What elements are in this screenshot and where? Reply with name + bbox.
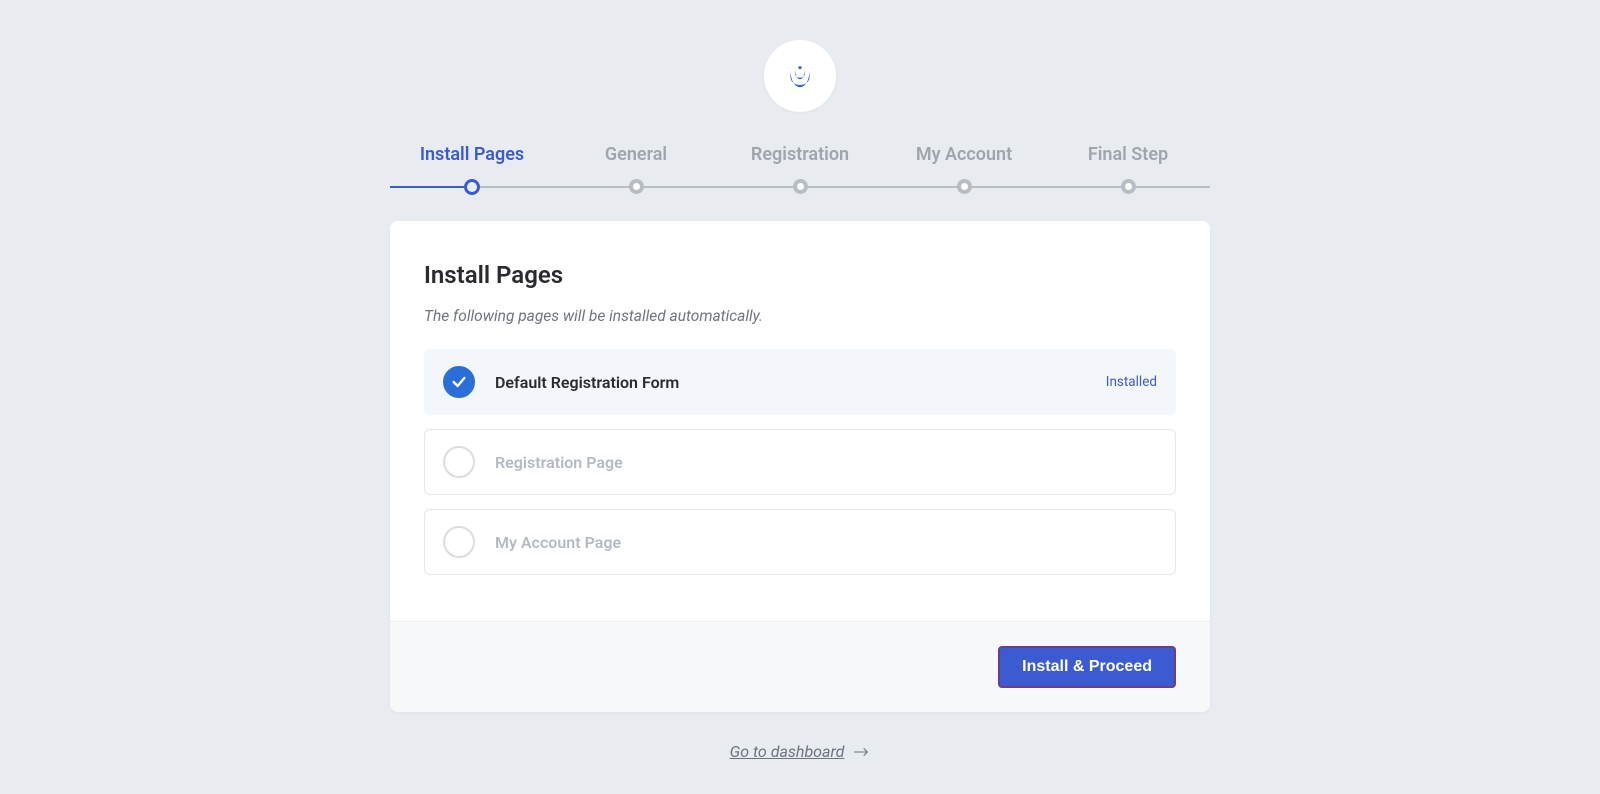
check-icon [443,446,475,478]
page-item-label: Default Registration Form [495,373,1106,392]
step-dot-icon [629,179,644,194]
wizard-stepper: Install Pages General Registration My Ac… [390,144,1210,195]
page-item-my-account-page[interactable]: My Account Page [424,509,1176,575]
check-icon [443,526,475,558]
arrow-right-icon [854,747,870,757]
step-label: Final Step [1046,144,1210,165]
step-dot-icon [957,179,972,194]
brand-logo [764,40,836,112]
page-item-status: Installed [1106,374,1157,390]
step-dot-icon [793,179,808,194]
install-proceed-button[interactable]: Install & Proceed [998,646,1176,688]
step-label: Registration [718,144,882,165]
card-title: Install Pages [424,261,1176,289]
page-item-label: Registration Page [495,453,1157,472]
step-dot-icon [1121,179,1136,194]
step-label: My Account [882,144,1046,165]
install-card: Install Pages The following pages will b… [390,221,1210,712]
page-item-default-registration-form[interactable]: Default Registration Form Installed [424,349,1176,415]
page-item-registration-page[interactable]: Registration Page [424,429,1176,495]
go-to-dashboard-link[interactable]: Go to dashboard [390,742,1210,761]
step-dot-icon [464,179,480,195]
check-icon [443,366,475,398]
step-general[interactable]: General [554,144,718,195]
step-my-account[interactable]: My Account [882,144,1046,195]
step-label: General [554,144,718,165]
step-registration[interactable]: Registration [718,144,882,195]
card-subtitle: The following pages will be installed au… [424,307,1176,325]
pages-list: Default Registration Form Installed Regi… [424,349,1176,575]
step-label: Install Pages [390,144,554,165]
brand-logo-icon [784,60,816,92]
page-item-label: My Account Page [495,533,1157,552]
card-footer: Install & Proceed [390,621,1210,712]
dashboard-link-label: Go to dashboard [730,742,845,761]
logo-wrap [390,40,1210,112]
step-install-pages[interactable]: Install Pages [390,144,554,195]
step-final[interactable]: Final Step [1046,144,1210,195]
